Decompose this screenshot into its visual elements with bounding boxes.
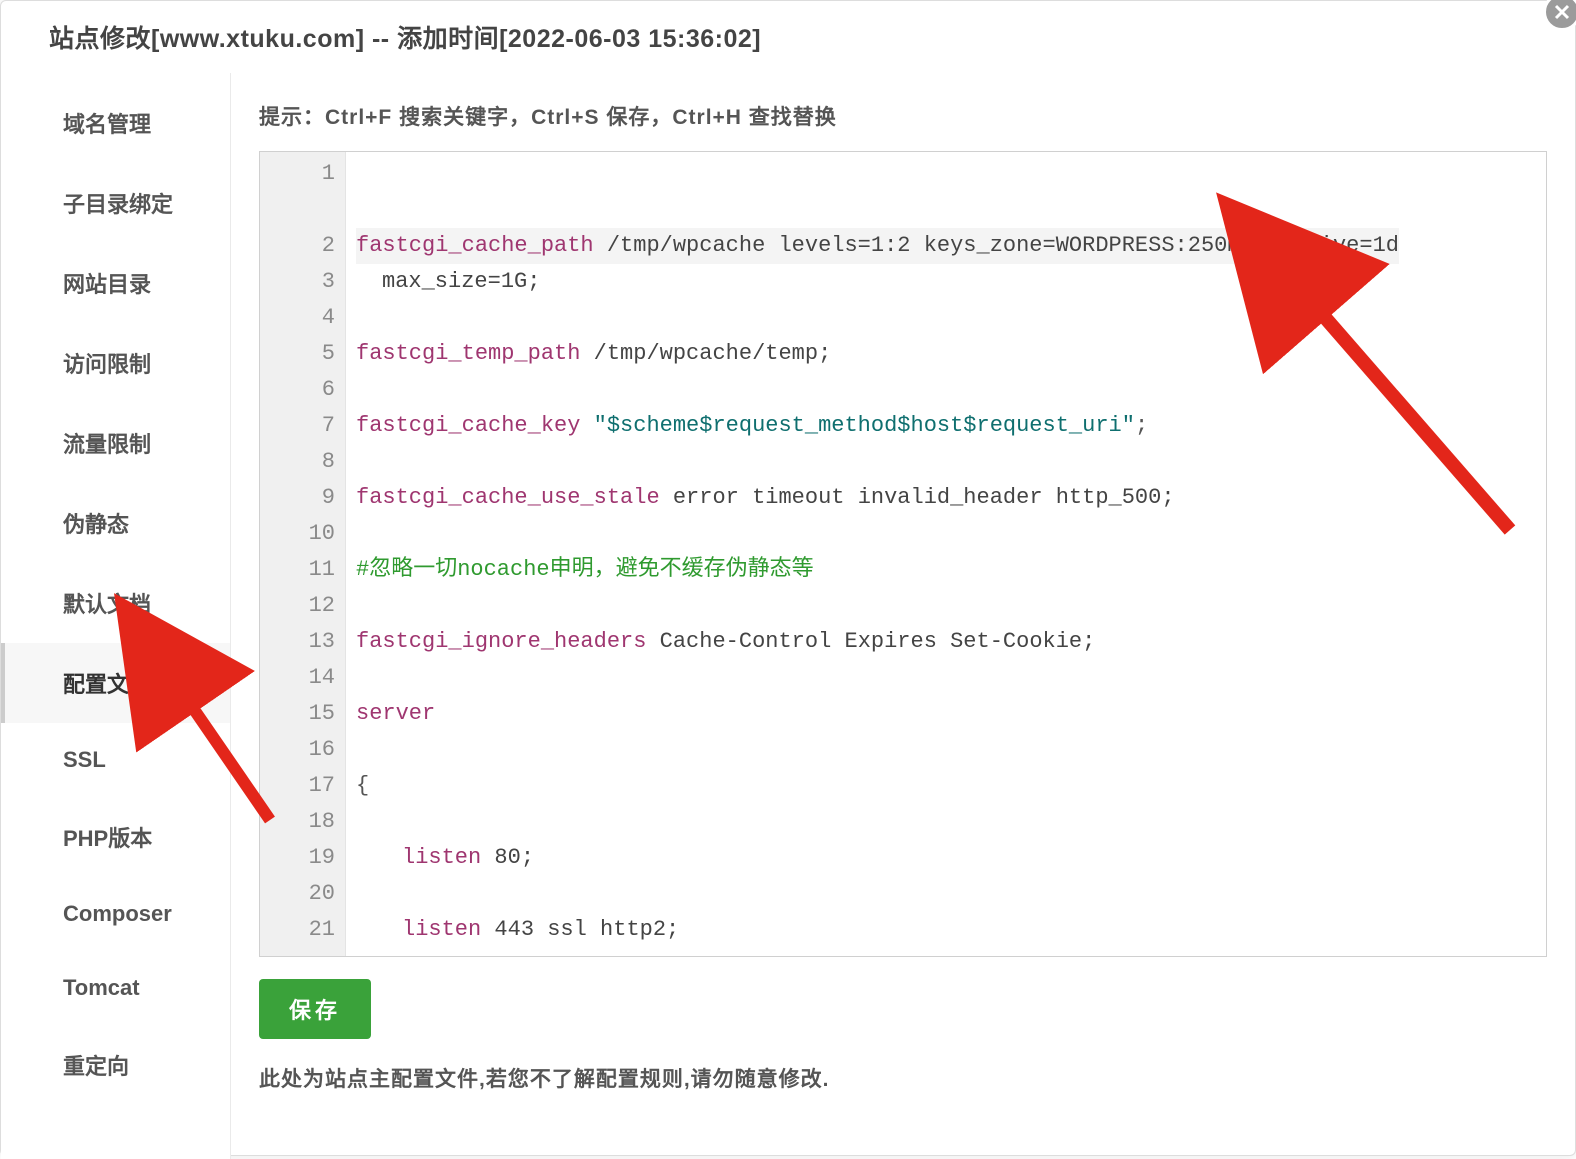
save-button[interactable]: 保存 — [259, 979, 371, 1039]
line-number: 19 — [276, 840, 335, 876]
sidebar-item-6[interactable]: 默认文档 — [1, 563, 230, 643]
line-number: 6 — [276, 372, 335, 408]
line-number: 11 — [276, 552, 335, 588]
sidebar-item-9[interactable]: PHP版本 — [1, 797, 230, 877]
sidebar-item-1[interactable]: 子目录绑定 — [1, 163, 230, 243]
content-pane: 提示：Ctrl+F 搜索关键字，Ctrl+S 保存，Ctrl+H 查找替换 1.… — [231, 73, 1575, 1159]
sidebar: 域名管理子目录绑定网站目录访问限制流量限制伪静态默认文档配置文件SSLPHP版本… — [1, 73, 231, 1159]
page-title: 站点修改[www.xtuku.com] -- 添加时间[2022-06-03 1… — [1, 1, 1575, 73]
line-number: 14 — [276, 660, 335, 696]
line-number: 8 — [276, 444, 335, 480]
sidebar-item-7[interactable]: 配置文件 — [1, 643, 230, 723]
line-number: 15 — [276, 696, 335, 732]
sidebar-item-11[interactable]: Tomcat — [1, 951, 230, 1025]
sidebar-item-8[interactable]: SSL — [1, 723, 230, 797]
sidebar-item-12[interactable]: 重定向 — [1, 1025, 230, 1105]
line-number: 21 — [276, 912, 335, 948]
code-area[interactable]: fastcgi_cache_path /tmp/wpcache levels=1… — [346, 152, 1546, 957]
line-number: 10 — [276, 516, 335, 552]
line-number: 1 — [276, 156, 335, 192]
line-number: 7 — [276, 408, 335, 444]
line-number: 3 — [276, 264, 335, 300]
sidebar-item-10[interactable]: Composer — [1, 877, 230, 951]
line-gutter: 1.23456789101112131415161718192021 — [260, 152, 346, 957]
tip-text: 提示：Ctrl+F 搜索关键字，Ctrl+S 保存，Ctrl+H 查找替换 — [259, 101, 1547, 131]
line-number: 18 — [276, 804, 335, 840]
warning-text: 此处为站点主配置文件,若您不了解配置规则,请勿随意修改. — [259, 1063, 1547, 1093]
line-number: 16 — [276, 732, 335, 768]
line-number: 5 — [276, 336, 335, 372]
line-number: 20 — [276, 876, 335, 912]
line-number: 2 — [276, 228, 335, 264]
sidebar-item-5[interactable]: 伪静态 — [1, 483, 230, 563]
sidebar-item-4[interactable]: 流量限制 — [1, 403, 230, 483]
config-editor[interactable]: 1.23456789101112131415161718192021 fastc… — [259, 151, 1547, 957]
sidebar-item-3[interactable]: 访问限制 — [1, 323, 230, 403]
modal: 站点修改[www.xtuku.com] -- 添加时间[2022-06-03 1… — [0, 0, 1576, 1156]
line-number: 12 — [276, 588, 335, 624]
line-number: 4 — [276, 300, 335, 336]
line-number: 17 — [276, 768, 335, 804]
sidebar-item-2[interactable]: 网站目录 — [1, 243, 230, 323]
line-number: 9 — [276, 480, 335, 516]
line-number: 13 — [276, 624, 335, 660]
sidebar-item-0[interactable]: 域名管理 — [1, 83, 230, 163]
